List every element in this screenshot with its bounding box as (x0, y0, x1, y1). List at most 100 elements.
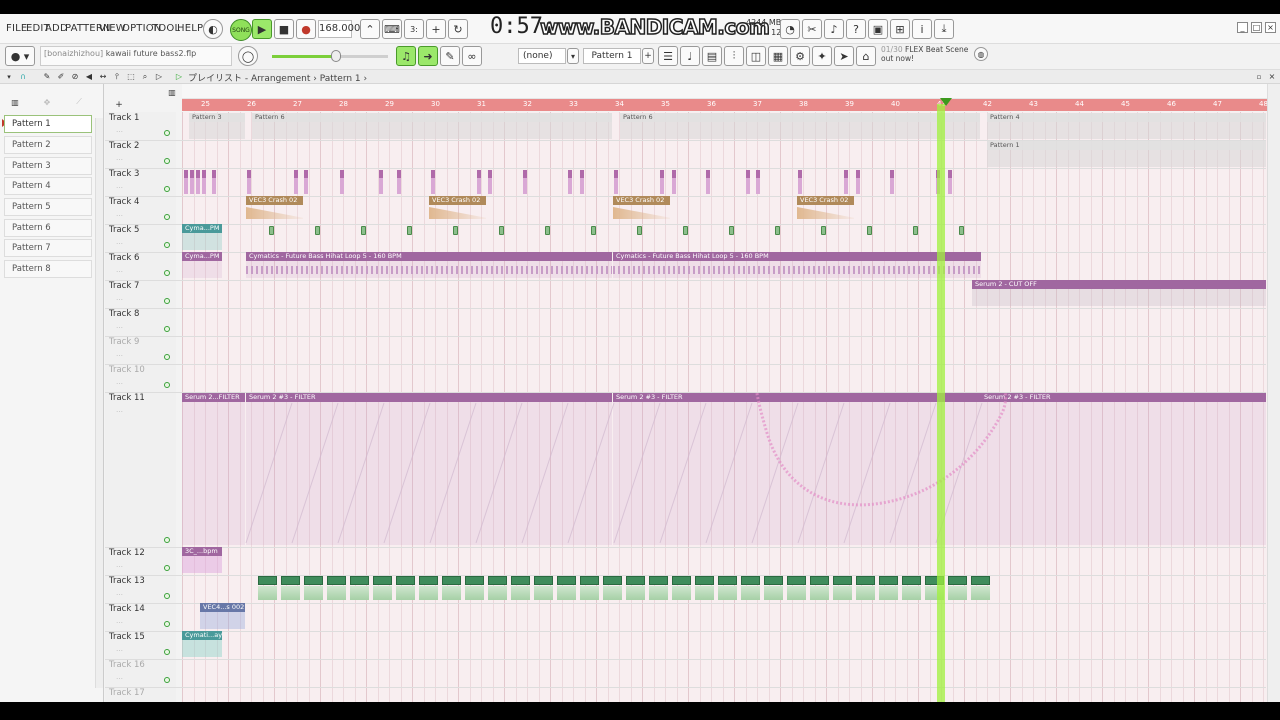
track-mute-led[interactable] (164, 593, 170, 599)
pattern-mode-icon[interactable]: ♫ (396, 46, 416, 66)
clip-track1-pattern6-a[interactable]: Pattern 6 (252, 113, 612, 139)
track13-clip-head[interactable] (258, 576, 277, 585)
track13-clip-head[interactable] (718, 576, 737, 585)
pattern-item-7[interactable]: Pattern 7 (4, 239, 92, 257)
track-label-2[interactable]: Track 2 (109, 141, 139, 151)
shop-icon[interactable]: ⌂ (856, 46, 876, 66)
plugin-picker-icon[interactable]: ▦ (768, 46, 788, 66)
menu-help[interactable]: HELP (177, 23, 203, 34)
note-block[interactable] (523, 170, 527, 178)
track-mute-led[interactable] (164, 130, 170, 136)
track13-clip-head[interactable] (281, 576, 300, 585)
note-block[interactable] (844, 170, 848, 178)
draw-tool-icon[interactable]: ✎ (42, 71, 52, 82)
track-label-7[interactable]: Track 7 (109, 281, 139, 291)
track13-clip-head[interactable] (649, 576, 668, 585)
track13-clip-head[interactable] (902, 576, 921, 585)
track13-clip-head[interactable] (534, 576, 553, 585)
kick-hit[interactable] (729, 226, 734, 235)
pencil-icon[interactable]: ✎ (440, 46, 460, 66)
track-options-icon[interactable]: … (116, 266, 123, 274)
note-block[interactable] (196, 170, 200, 178)
paint-tool-icon[interactable]: ✐ (56, 71, 66, 82)
master-pitch-knob-icon[interactable]: ◯ (238, 46, 258, 66)
track13-clip-head[interactable] (971, 576, 990, 585)
kick-hit[interactable] (637, 226, 642, 235)
note-block[interactable] (672, 170, 676, 178)
kick-hit[interactable] (361, 226, 366, 235)
track13-clip-head[interactable] (350, 576, 369, 585)
track-label-11[interactable]: Track 11 (109, 393, 145, 403)
track13-clip-head[interactable] (373, 576, 392, 585)
note-block[interactable] (212, 170, 216, 178)
clip-track4-crash-1[interactable]: VEC3 Crash 02 (246, 196, 303, 222)
track-options-icon[interactable]: … (116, 126, 123, 134)
note-block[interactable] (247, 170, 251, 178)
pattern-item-1[interactable]: Pattern 1 (4, 115, 92, 133)
track-mute-led[interactable] (164, 298, 170, 304)
track13-clip-head[interactable] (948, 576, 967, 585)
kick-hit[interactable] (913, 226, 918, 235)
track-mute-led[interactable] (164, 242, 170, 248)
note-block[interactable] (431, 170, 435, 178)
track13-clip-head[interactable] (327, 576, 346, 585)
track13-clip-head[interactable] (856, 576, 875, 585)
track-view-icon[interactable]: ▥ (166, 86, 178, 98)
track-label-1[interactable]: Track 1 (109, 113, 139, 123)
kick-hit[interactable] (315, 226, 320, 235)
track-mute-led[interactable] (164, 621, 170, 627)
kick-hit[interactable] (499, 226, 504, 235)
feedback-icon[interactable]: ➤ (834, 46, 854, 66)
track-label-16[interactable]: Track 16 (109, 660, 145, 670)
track-options-icon[interactable]: … (116, 673, 123, 681)
pattern-panel-scrollbar[interactable] (95, 118, 103, 688)
blend-notes-icon[interactable]: + (426, 19, 446, 39)
info-icon[interactable]: i (912, 19, 932, 39)
note-block[interactable] (948, 170, 952, 178)
track-label-3[interactable]: Track 3 (109, 169, 139, 179)
move-icon[interactable]: ✥ (40, 96, 54, 108)
clip-track1-pattern3[interactable]: Pattern 3 (189, 113, 245, 139)
track13-clip-head[interactable] (419, 576, 438, 585)
cut-icon[interactable]: ✂ (802, 19, 822, 39)
track13-clip-head[interactable] (672, 576, 691, 585)
track13-clip-head[interactable] (764, 576, 783, 585)
track-label-15[interactable]: Track 15 (109, 632, 145, 642)
track-mute-led[interactable] (164, 270, 170, 276)
note-block[interactable] (890, 170, 894, 178)
clip-track1-pattern6-b[interactable]: Pattern 6 (620, 113, 980, 139)
pattern-select[interactable]: Pattern 1 (583, 48, 641, 64)
save-icon[interactable]: ▣ (868, 19, 888, 39)
mixer-icon[interactable]: ⊞ (890, 19, 910, 39)
zoom-tool-icon[interactable]: ⌕ (140, 71, 150, 82)
track13-clip-head[interactable] (557, 576, 576, 585)
track-label-9[interactable]: Track 9 (109, 337, 139, 347)
note-block[interactable] (184, 170, 188, 178)
track-label-13[interactable]: Track 13 (109, 576, 145, 586)
track-mute-led[interactable] (164, 649, 170, 655)
clip-track6-hihat-loop-a[interactable]: Cymatics - Future Bass Hihat Loop 5 - 16… (246, 252, 612, 278)
track-label-17[interactable]: Track 17 (109, 688, 145, 698)
track-label-6[interactable]: Track 6 (109, 253, 139, 263)
piano-roll-icon[interactable]: ♩ (680, 46, 700, 66)
track-options-icon[interactable]: … (116, 210, 123, 218)
clip-track15-cymatics[interactable]: Cymati...ay (182, 631, 222, 657)
clip-track6-cymatics-short[interactable]: Cyma...PM (182, 252, 222, 278)
download-icon[interactable]: ⤓ (934, 19, 954, 39)
track-options-icon[interactable]: … (116, 589, 123, 597)
browser-icon[interactable]: ◫ (746, 46, 766, 66)
track-options-icon[interactable]: … (116, 294, 123, 302)
kick-hit[interactable] (545, 226, 550, 235)
record-button[interactable]: ● (296, 19, 316, 39)
track-mute-led[interactable] (164, 186, 170, 192)
select-tool-icon[interactable]: ⬚ (126, 71, 136, 82)
note-block[interactable] (294, 170, 298, 178)
note-block[interactable] (614, 170, 618, 178)
playlist-close-icon[interactable]: × (1267, 71, 1277, 82)
clip-track4-crash-4[interactable]: VEC3 Crash 02 (797, 196, 854, 222)
master-volume-slider[interactable] (331, 50, 341, 62)
track-label-12[interactable]: Track 12 (109, 548, 145, 558)
touch-controller-icon[interactable]: ✦ (812, 46, 832, 66)
track-mute-led[interactable] (164, 326, 170, 332)
playlist-vertical-scrollbar[interactable] (1267, 84, 1280, 702)
